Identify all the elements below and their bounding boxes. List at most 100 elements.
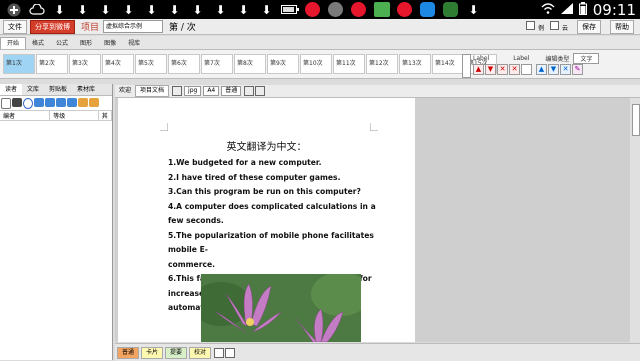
edit-type-select[interactable]: 文字: [573, 52, 600, 64]
share-button[interactable]: 分享到微博: [30, 19, 75, 34]
checkbox-icon[interactable]: [521, 63, 532, 75]
scrollbar-thumb[interactable]: [632, 104, 640, 136]
round-item[interactable]: 第2次: [36, 54, 68, 74]
round-item[interactable]: 第10次: [300, 54, 332, 74]
document-icon[interactable]: [1, 98, 11, 109]
tab-image[interactable]: 图像: [98, 38, 122, 49]
checkbox-icon: [526, 20, 536, 30]
column-header[interactable]: 等级: [50, 111, 99, 120]
download-icon[interactable]: [225, 347, 236, 358]
round-scrollbar[interactable]: [462, 54, 471, 78]
project-label: 项目: [81, 23, 100, 33]
round-item[interactable]: 第5次: [135, 54, 167, 74]
format-select[interactable]: jpg: [184, 86, 202, 96]
column-header[interactable]: 编者: [0, 111, 51, 120]
cloud-checkbox[interactable]: 云: [550, 20, 568, 33]
tab-clipboard[interactable]: 剪贴板: [44, 84, 72, 95]
tab-graphics[interactable]: 图形: [74, 38, 98, 49]
round-item[interactable]: 第8次: [234, 54, 266, 74]
ribbon-tabs: 开始 格式 公式 图形 图像 视库: [0, 36, 640, 50]
round-item[interactable]: 第4次: [102, 54, 134, 74]
example-checkbox[interactable]: 例: [526, 20, 545, 33]
tab-materials[interactable]: 素材库: [72, 84, 100, 95]
save-button[interactable]: 保存: [577, 19, 601, 34]
app-icon: [416, 0, 439, 19]
round-item[interactable]: 第13次: [399, 54, 431, 74]
tab-formula[interactable]: 公式: [50, 38, 74, 49]
delete-icon[interactable]: ✕: [560, 63, 571, 75]
tab-start[interactable]: 开始: [0, 37, 27, 49]
paper-select[interactable]: A4: [203, 86, 220, 96]
column-header[interactable]: 其: [99, 111, 112, 120]
upload-icon[interactable]: [214, 347, 225, 358]
round-item[interactable]: 第3次: [69, 54, 101, 74]
warning-icon[interactable]: [89, 98, 99, 107]
document-title: 英文翻译为中文：: [226, 142, 307, 153]
document-area[interactable]: 英文翻译为中文： 1.We budgeted for a new compute…: [115, 98, 630, 342]
round-list: 第1次 第2次 第3次 第4次 第5次 第6次 第7次 第8次 第9次 第10次…: [3, 54, 498, 74]
tab-welcome[interactable]: 欢迎: [115, 86, 135, 96]
help-button[interactable]: 帮助: [610, 19, 634, 34]
round-item[interactable]: 第12次: [366, 54, 398, 74]
status-bar: ⬇ ⬇ ⬇ ⬇ ⬇ ⬇ ⬇ ⬇ ⬇ ⬇ ⬇ 09:11: [0, 0, 640, 19]
globe-icon[interactable]: [34, 98, 44, 107]
edit-icon[interactable]: ✎: [572, 63, 583, 75]
pp-icon: [439, 0, 462, 19]
zoom-in-icon[interactable]: [244, 86, 255, 96]
move-up-icon[interactable]: ▲: [536, 63, 547, 75]
zoom-out-icon[interactable]: [255, 86, 266, 96]
document-line: 3.Can this program be run on this comput…: [168, 187, 361, 196]
tab-library[interactable]: 文库: [22, 84, 44, 95]
tab-reader[interactable]: 读者: [0, 84, 23, 95]
round-item[interactable]: 第14次: [432, 54, 464, 74]
clear-icon[interactable]: ✕: [509, 63, 520, 75]
project-select[interactable]: 虚拟综合示例: [103, 20, 164, 33]
image-icon[interactable]: [172, 86, 183, 96]
crop-mark-icon: [370, 123, 378, 131]
hao123-icon: [370, 0, 393, 19]
move-down-icon[interactable]: ▼: [485, 63, 496, 75]
round-item[interactable]: 第7次: [201, 54, 233, 74]
cloud-checkbox-label: 云: [561, 24, 568, 32]
tab-project-doc[interactable]: 项目文档: [135, 85, 170, 97]
power-icon[interactable]: [23, 98, 33, 109]
round-item[interactable]: 第6次: [168, 54, 200, 74]
move-up-icon[interactable]: ▲: [473, 63, 484, 75]
example-checkbox-label: 例: [538, 24, 545, 32]
round-item[interactable]: 第1次: [3, 54, 35, 74]
round-item[interactable]: 第9次: [267, 54, 299, 74]
tab-library[interactable]: 视库: [122, 38, 146, 49]
tab-proofread[interactable]: 校对: [189, 346, 212, 359]
edit-type-label: 编辑类型: [545, 55, 570, 63]
document-scrollbar[interactable]: [630, 98, 640, 342]
left-panel-columns: 编者 等级 其: [0, 111, 112, 121]
download-icon: ⬇: [100, 2, 111, 17]
tab-outline[interactable]: 提要: [165, 346, 188, 359]
weibo-icon: [393, 0, 416, 19]
download-icon: ⬇: [123, 2, 134, 17]
left-panel-tabs: 读者 文库 剪贴板 素材库: [0, 84, 112, 96]
document-page[interactable]: 英文翻译为中文： 1.We budgeted for a new compute…: [118, 98, 415, 342]
document-line: 2.I have tired of these computer games.: [168, 172, 341, 182]
image-icon[interactable]: [12, 98, 22, 107]
tab-normal[interactable]: 普通: [117, 346, 140, 359]
document-line: commerce.: [168, 259, 215, 269]
document-line: 5.The popularization of mobile phone fac…: [168, 230, 374, 255]
cloud-icon[interactable]: [67, 98, 77, 107]
crop-mark-icon: [160, 123, 168, 131]
notification-icons: ⬇ ⬇ ⬇ ⬇ ⬇ ⬇ ⬇ ⬇ ⬇ ⬇ ⬇: [2, 0, 485, 19]
lotus-photo: [201, 274, 361, 342]
delete-icon[interactable]: ✕: [497, 63, 508, 75]
weibo-icon: [347, 0, 370, 19]
mode-select[interactable]: 普通: [221, 86, 242, 96]
cloud-icon[interactable]: [56, 98, 66, 107]
folder-icon[interactable]: [78, 98, 88, 107]
cloud-icon[interactable]: [45, 98, 55, 107]
tab-card[interactable]: 卡片: [141, 346, 164, 359]
tab-format[interactable]: 格式: [26, 38, 50, 49]
file-button[interactable]: 文件: [3, 19, 27, 34]
round-item[interactable]: 第11次: [333, 54, 365, 74]
weibo-icon: [301, 0, 324, 19]
move-down-icon[interactable]: ▼: [548, 63, 559, 75]
download-icon: ⬇: [468, 2, 479, 17]
